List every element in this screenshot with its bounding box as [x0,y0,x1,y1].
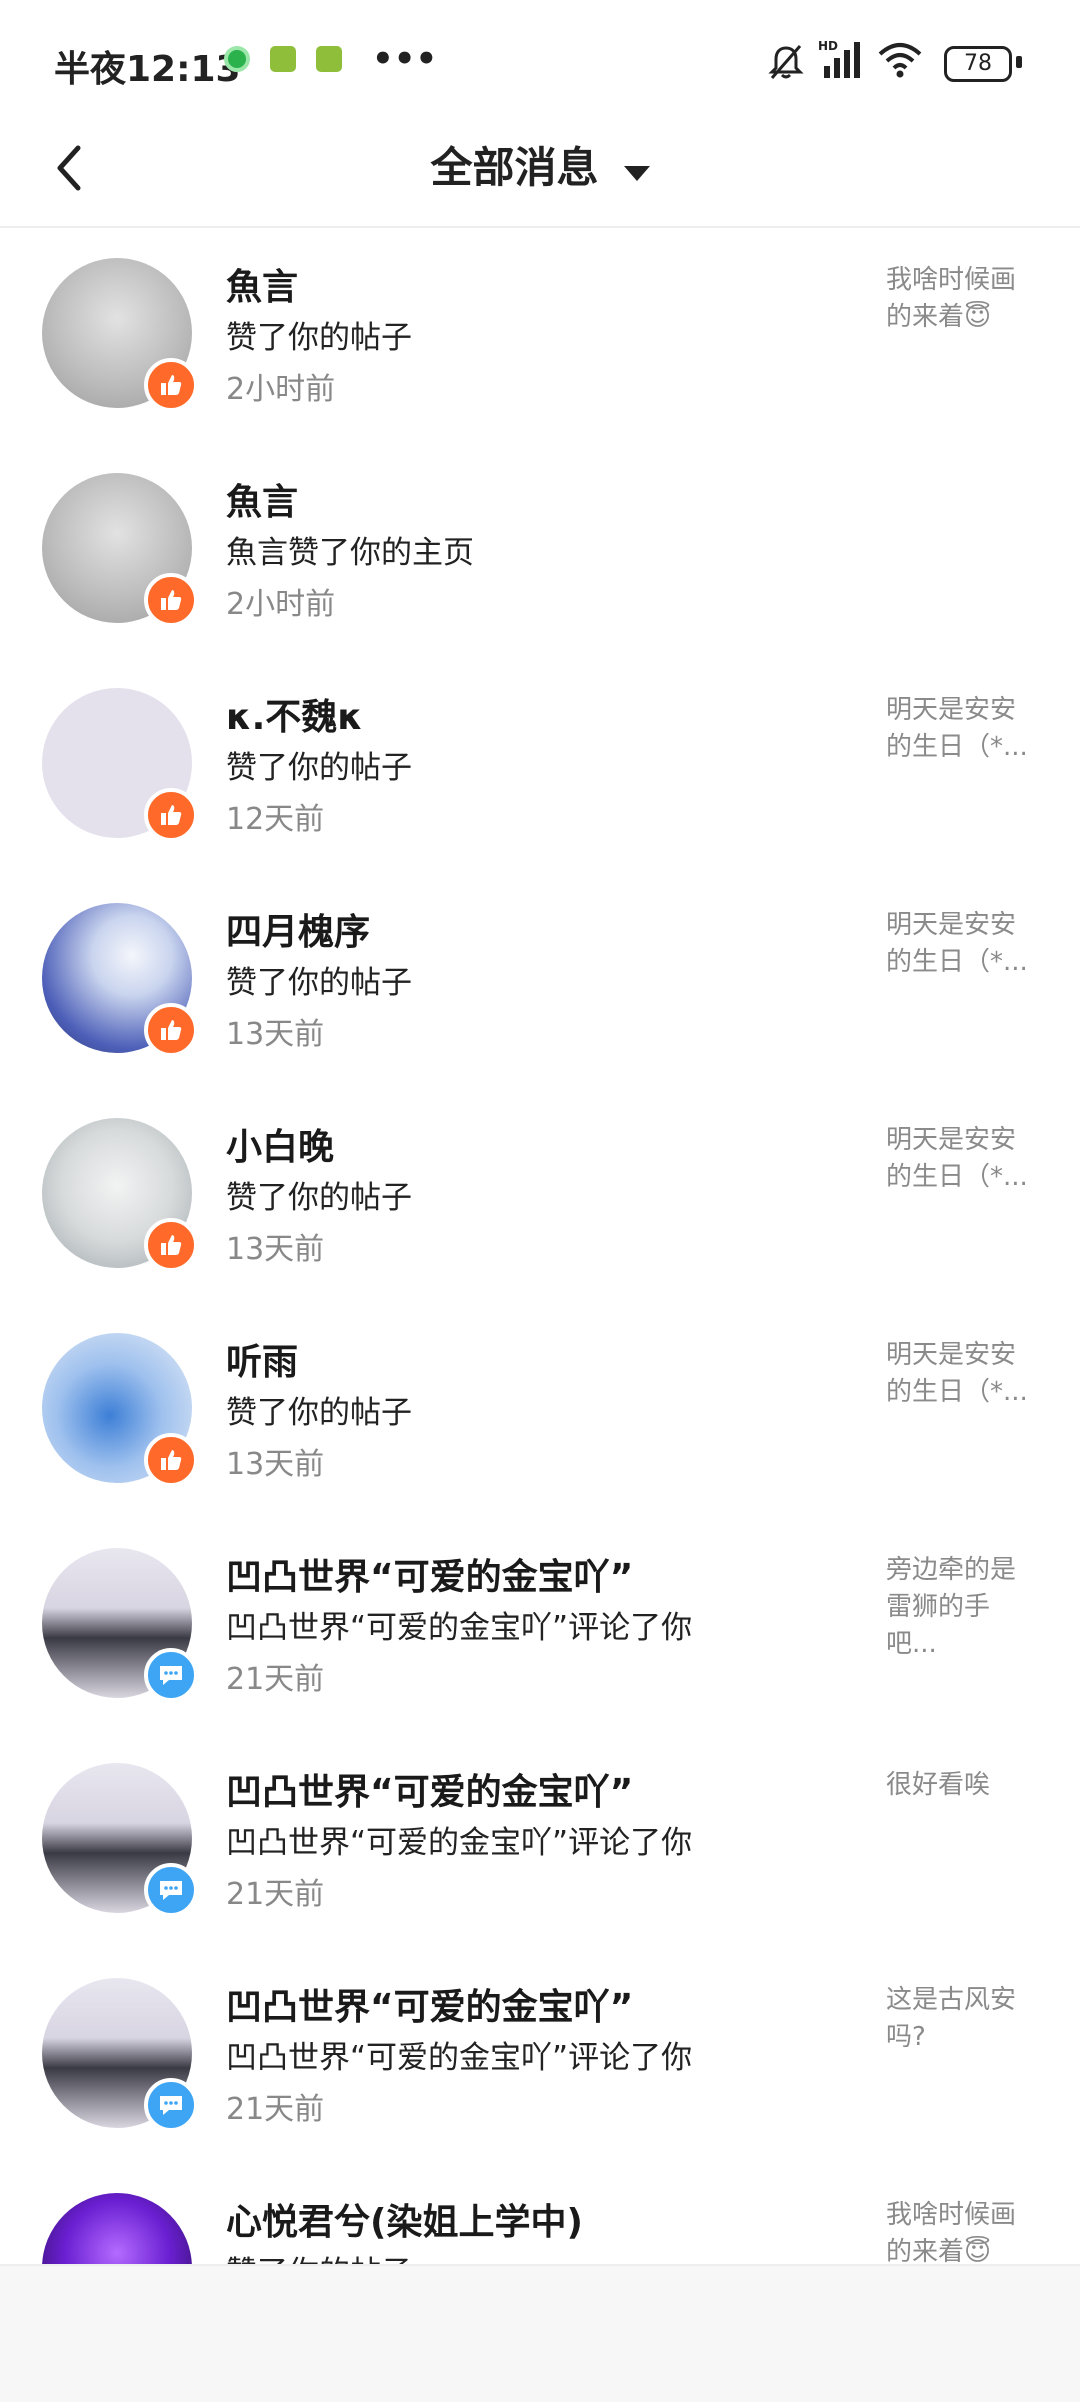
page-title: 全部消息 [430,143,599,192]
message-action: 赞了你的帖子 [226,2247,412,2264]
message-item[interactable]: 魚言 赞了你的帖子 2小时前 我啥时候画的来着😇 [0,228,1080,443]
sender-name: 凹凸世界“可爱的金宝吖” [226,1987,634,2028]
like-icon [144,788,198,842]
like-icon [144,358,198,412]
message-item[interactable]: 魚言 魚言赞了你的主页 2小时前 [0,443,1080,658]
sender-name: 凹凸世界“可爱的金宝吖” [226,1772,634,1813]
message-action: 凹凸世界“可爱的金宝吖”评论了你 [226,1610,693,1646]
message-list[interactable]: 魚言 赞了你的帖子 2小时前 我啥时候画的来着😇 魚言 魚言赞了你的主页 2小时… [0,228,1080,2264]
bottom-bar [0,2264,1080,2402]
app-notification-icon [316,46,342,72]
more-notifications-icon: ••• [372,39,438,79]
post-preview[interactable]: 这是古风安吗? [886,1982,1036,2056]
battery-tip [1016,56,1022,68]
message-time: 13天前 [226,1447,325,1482]
top-bar: 全部消息 [0,120,1080,228]
status-time: 半夜12:13 [54,49,241,90]
sender-name: 小白晚 [226,1127,335,1168]
like-icon [144,1003,198,1057]
sender-name: 四月槐序 [226,912,371,953]
message-time: 21天前 [226,2092,325,2127]
message-time: 13天前 [226,1017,325,1052]
message-item[interactable]: κ.不魏κ 赞了你的帖子 12天前 明天是安安的生日（*... [0,658,1080,873]
message-item[interactable]: 凹凸世界“可爱的金宝吖” 凹凸世界“可爱的金宝吖”评论了你 21天前 这是古风安… [0,1948,1080,2163]
app-notification-icon [270,46,296,72]
post-preview[interactable]: 明天是安安的生日（*... [886,907,1036,981]
avatar[interactable] [42,2193,192,2264]
message-item[interactable]: 凹凸世界“可爱的金宝吖” 凹凸世界“可爱的金宝吖”评论了你 21天前 很好看唉 [0,1733,1080,1948]
post-preview[interactable]: 很好看唉 [886,1767,1036,1804]
comment-icon [144,1863,198,1917]
message-item[interactable]: 心悦君兮(染姐上学中) 赞了你的帖子 我啥时候画的来着😇 [0,2163,1080,2264]
post-preview[interactable]: 旁边牵的是雷狮的手吧... [886,1552,1036,1663]
message-action: 凹凸世界“可爱的金宝吖”评论了你 [226,2040,693,2076]
message-time: 21天前 [226,1877,325,1912]
sender-name: 听雨 [226,1342,299,1383]
message-time: 13天前 [226,1232,325,1267]
post-preview[interactable]: 我啥时候画的来着😇 [886,262,1036,336]
app-notification-icon [224,46,250,72]
like-icon [144,1433,198,1487]
post-preview[interactable]: 明天是安安的生日（*... [886,692,1036,766]
mute-bell-icon [768,45,804,79]
signal-icon: HD [818,39,860,78]
like-icon [144,573,198,627]
notification-icons: ••• [224,39,438,79]
message-time: 2小时前 [226,587,336,622]
message-item[interactable]: 四月槐序 赞了你的帖子 13天前 明天是安安的生日（*... [0,873,1080,1088]
caret-down-icon [623,166,650,181]
post-preview[interactable]: 我啥时候画的来着😇 [886,2197,1036,2264]
system-status-icons: HD 78 [620,38,1080,88]
message-item[interactable]: 听雨 赞了你的帖子 13天前 明天是安安的生日（*... [0,1303,1080,1518]
comment-icon [144,1648,198,1702]
battery-icon: 78 [944,46,1012,82]
svg-text:HD: HD [818,39,838,53]
message-filter-dropdown[interactable]: 全部消息 [0,134,1080,195]
sender-name: 魚言 [226,267,299,308]
message-time: 2小时前 [226,372,336,407]
message-action: 魚言赞了你的主页 [226,535,474,571]
post-preview[interactable]: 明天是安安的生日（*... [886,1122,1036,1196]
message-action: 赞了你的帖子 [226,965,412,1001]
message-time: 12天前 [226,802,325,837]
status-bar: 半夜12:13 ••• HD 78 [0,0,1080,120]
wifi-icon [878,43,922,78]
sender-name: 心悦君兮(染姐上学中) [226,2202,583,2243]
post-preview[interactable]: 明天是安安的生日（*... [886,1337,1036,1411]
message-action: 赞了你的帖子 [226,1395,412,1431]
message-action: 赞了你的帖子 [226,750,412,786]
like-icon [144,1218,198,1272]
sender-name: κ.不魏κ [226,697,363,738]
comment-icon [144,2078,198,2132]
message-action: 凹凸世界“可爱的金宝吖”评论了你 [226,1825,693,1861]
message-action: 赞了你的帖子 [226,320,412,356]
message-item[interactable]: 小白晚 赞了你的帖子 13天前 明天是安安的生日（*... [0,1088,1080,1303]
sender-name: 魚言 [226,482,299,523]
message-action: 赞了你的帖子 [226,1180,412,1216]
message-time: 21天前 [226,1662,325,1697]
sender-name: 凹凸世界“可爱的金宝吖” [226,1557,634,1598]
message-item[interactable]: 凹凸世界“可爱的金宝吖” 凹凸世界“可爱的金宝吖”评论了你 21天前 旁边牵的是… [0,1518,1080,1733]
